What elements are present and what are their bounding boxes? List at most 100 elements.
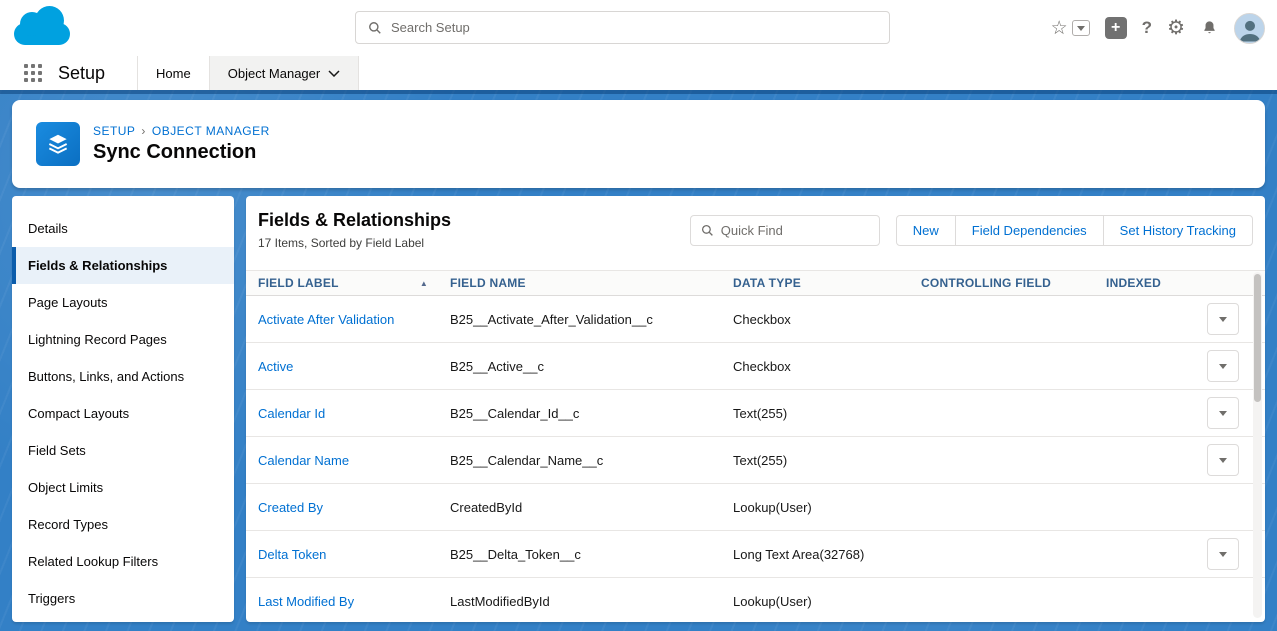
favorites-dropdown-button[interactable]: [1072, 20, 1090, 36]
setup-nav-bar: Setup Home Object Manager: [0, 56, 1277, 90]
column-field-label[interactable]: FIELD LABEL ▲: [258, 276, 450, 290]
search-icon: [368, 21, 382, 35]
content-title-block: Fields & Relationships 17 Items, Sorted …: [258, 210, 451, 250]
app-launcher-icon[interactable]: [24, 64, 42, 82]
favorites-star-icon[interactable]: ☆: [1051, 19, 1068, 38]
row-actions-menu-button[interactable]: [1207, 350, 1239, 382]
page-header-card: SETUP › OBJECT MANAGER Sync Connection: [12, 100, 1265, 188]
quick-find[interactable]: [690, 215, 880, 246]
quick-find-input[interactable]: [721, 223, 869, 238]
field-name: CreatedById: [450, 500, 733, 515]
content-header: Fields & Relationships 17 Items, Sorted …: [246, 196, 1265, 270]
page-title: Sync Connection: [93, 141, 270, 164]
set-history-tracking-button[interactable]: Set History Tracking: [1103, 215, 1253, 246]
tab-object-manager[interactable]: Object Manager: [209, 56, 360, 90]
sidebar-item-fields-relationships[interactable]: Fields & Relationships: [12, 247, 234, 284]
chevron-right-icon: ›: [141, 124, 145, 138]
sidebar-item-triggers[interactable]: Triggers: [12, 580, 234, 617]
table-row: Calendar NameB25__Calendar_Name__cText(2…: [246, 437, 1265, 484]
column-data-type[interactable]: DATA TYPE: [733, 276, 921, 290]
sidebar-item-page-layouts[interactable]: Page Layouts: [12, 284, 234, 321]
row-actions-menu-button[interactable]: [1207, 538, 1239, 570]
global-header: ☆ + ? ⚙: [0, 0, 1277, 56]
row-actions-menu-button[interactable]: [1207, 444, 1239, 476]
data-type: Checkbox: [733, 359, 921, 374]
global-header-actions: ☆ + ? ⚙: [1051, 0, 1265, 56]
column-controlling-field[interactable]: CONTROLLING FIELD: [921, 276, 1106, 290]
table-row: Delta TokenB25__Delta_Token__cLong Text …: [246, 531, 1265, 578]
field-label-link[interactable]: Delta Token: [258, 547, 450, 562]
table-header: FIELD LABEL ▲ FIELD NAME DATA TYPE CONTR…: [246, 270, 1265, 296]
content-card: Fields & Relationships 17 Items, Sorted …: [246, 196, 1265, 622]
data-type: Lookup(User): [733, 594, 921, 609]
row-actions-menu-button[interactable]: [1207, 303, 1239, 335]
chevron-down-icon: [1219, 458, 1227, 463]
data-type: Text(255): [733, 406, 921, 421]
field-name: LastModifiedById: [450, 594, 733, 609]
data-type: Long Text Area(32768): [733, 547, 921, 562]
table-row: ActiveB25__Active__cCheckbox: [246, 343, 1265, 390]
field-name: B25__Calendar_Id__c: [450, 406, 733, 421]
notifications-bell-icon[interactable]: [1200, 19, 1219, 38]
column-field-name[interactable]: FIELD NAME: [450, 276, 733, 290]
global-actions-add-icon[interactable]: +: [1105, 17, 1127, 39]
object-sidebar: DetailsFields & RelationshipsPage Layout…: [12, 196, 234, 622]
sidebar-item-field-sets[interactable]: Field Sets: [12, 432, 234, 469]
fields-table-body: Activate After ValidationB25__Activate_A…: [246, 296, 1265, 622]
content-header-controls: New Field Dependencies Set History Track…: [690, 215, 1253, 246]
data-type: Lookup(User): [733, 500, 921, 515]
field-label-link[interactable]: Last Modified By: [258, 594, 450, 609]
field-dependencies-button[interactable]: Field Dependencies: [955, 215, 1104, 246]
field-name: B25__Activate_After_Validation__c: [450, 312, 733, 327]
sidebar-item-lightning-record-pages[interactable]: Lightning Record Pages: [12, 321, 234, 358]
sidebar-item-related-lookup-filters[interactable]: Related Lookup Filters: [12, 543, 234, 580]
field-label-link[interactable]: Active: [258, 359, 450, 374]
scrollbar[interactable]: [1253, 272, 1262, 618]
field-label-link[interactable]: Created By: [258, 500, 450, 515]
sidebar-item-buttons-links-and-actions[interactable]: Buttons, Links, and Actions: [12, 358, 234, 395]
chevron-down-icon: [328, 70, 340, 77]
chevron-down-icon: [1219, 552, 1227, 557]
field-label-link[interactable]: Calendar Id: [258, 406, 450, 421]
breadcrumb: SETUP › OBJECT MANAGER: [93, 124, 270, 138]
section-title: Fields & Relationships: [258, 210, 451, 231]
field-label-link[interactable]: Activate After Validation: [258, 312, 450, 327]
tab-label: Object Manager: [228, 66, 321, 81]
global-search-input[interactable]: [391, 20, 877, 35]
sidebar-item-compact-layouts[interactable]: Compact Layouts: [12, 395, 234, 432]
help-icon[interactable]: ?: [1142, 18, 1152, 38]
chevron-down-icon: [1077, 26, 1085, 31]
scrollbar-thumb[interactable]: [1254, 274, 1261, 402]
sidebar-item-object-limits[interactable]: Object Limits: [12, 469, 234, 506]
new-button[interactable]: New: [896, 215, 956, 246]
favorites-control: ☆: [1051, 19, 1090, 38]
chevron-down-icon: [1219, 364, 1227, 369]
sort-asc-icon: ▲: [420, 279, 428, 288]
app-window: ☆ + ? ⚙ Setup Home Object Manager: [0, 0, 1277, 631]
table-row: Last Modified ByLastModifiedByIdLookup(U…: [246, 578, 1265, 622]
avatar[interactable]: [1234, 13, 1265, 44]
column-label: FIELD LABEL: [258, 276, 339, 290]
tab-label: Home: [156, 66, 191, 81]
chevron-down-icon: [1219, 411, 1227, 416]
data-type: Text(255): [733, 453, 921, 468]
field-name: B25__Delta_Token__c: [450, 547, 733, 562]
field-label-link[interactable]: Calendar Name: [258, 453, 450, 468]
column-indexed[interactable]: INDEXED: [1106, 276, 1200, 290]
salesforce-logo-icon[interactable]: [14, 9, 70, 47]
search-icon: [701, 224, 714, 237]
breadcrumb-setup-link[interactable]: SETUP: [93, 124, 135, 138]
table-row: Calendar IdB25__Calendar_Id__cText(255): [246, 390, 1265, 437]
sidebar-item-details[interactable]: Details: [12, 210, 234, 247]
table-row: Created ByCreatedByIdLookup(User): [246, 484, 1265, 531]
global-search[interactable]: [355, 11, 890, 44]
app-name: Setup: [58, 63, 105, 84]
breadcrumb-object-manager-link[interactable]: OBJECT MANAGER: [152, 124, 270, 138]
field-name: B25__Active__c: [450, 359, 733, 374]
sidebar-item-record-types[interactable]: Record Types: [12, 506, 234, 543]
row-actions-menu-button[interactable]: [1207, 397, 1239, 429]
setup-gear-icon[interactable]: ⚙: [1167, 18, 1185, 38]
tab-home[interactable]: Home: [137, 56, 209, 90]
page-header-meta: SETUP › OBJECT MANAGER Sync Connection: [93, 124, 270, 164]
data-type: Checkbox: [733, 312, 921, 327]
